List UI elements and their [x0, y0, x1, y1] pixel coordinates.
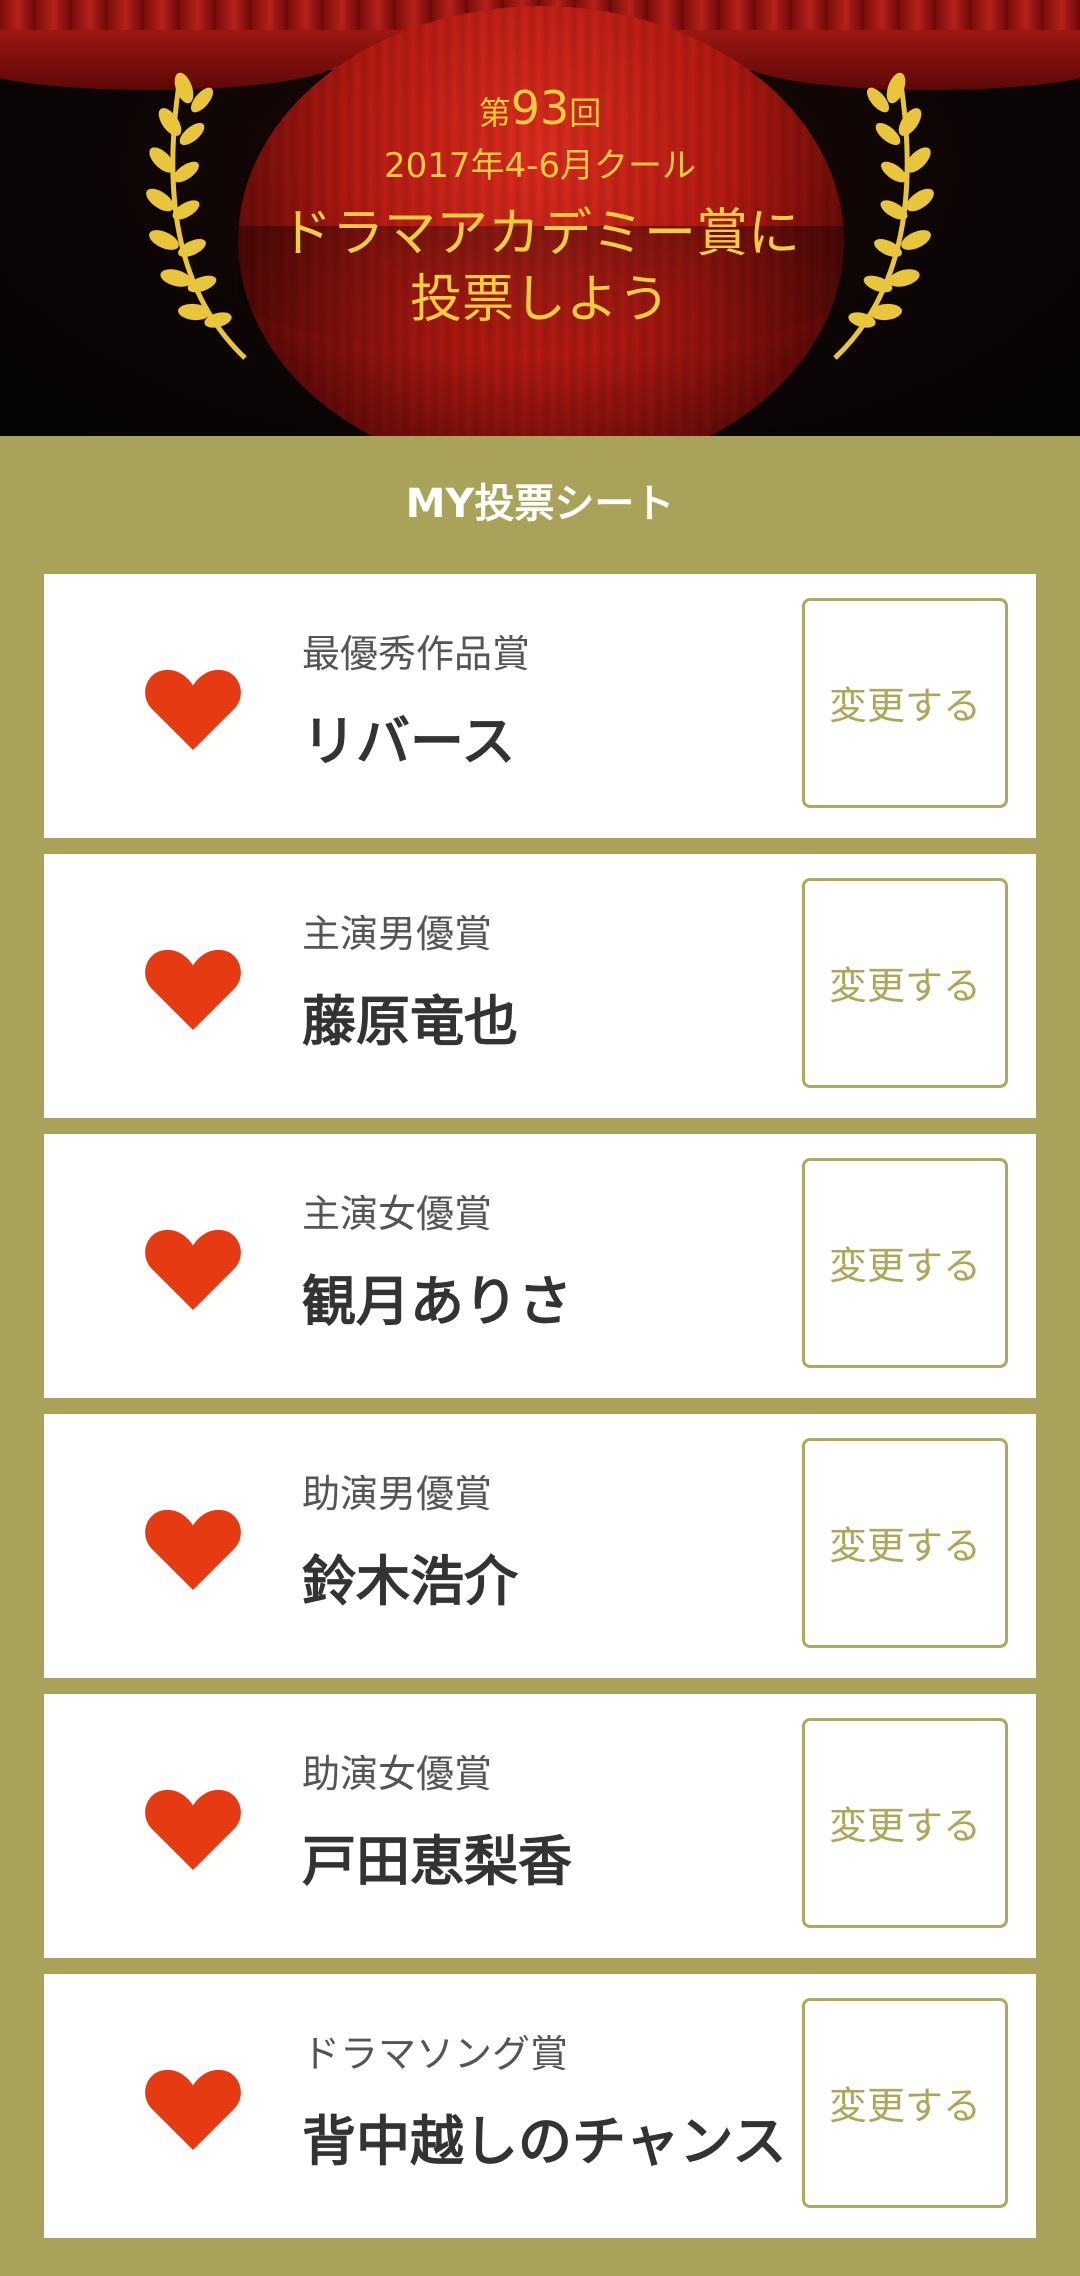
award-category: 助演男優賞 [302, 1472, 493, 1516]
change-button[interactable]: 変更する [802, 1998, 1008, 2208]
award-category: 主演女優賞 [302, 1192, 493, 1236]
nominee-name: 鈴木浩介 [302, 1550, 518, 1613]
heart-icon [145, 1229, 241, 1311]
change-button[interactable]: 変更する [802, 878, 1008, 1088]
nominee-name: 観月ありさ [302, 1270, 572, 1333]
vote-card: 最優秀作品賞 リバース 変更する [44, 574, 1036, 838]
vote-card: 助演男優賞 鈴木浩介 変更する [44, 1414, 1036, 1678]
award-category: 最優秀作品賞 [302, 632, 531, 676]
nominee-name: 戸田恵梨香 [302, 1830, 572, 1893]
hero-banner: 第93回 2017年4-6月クール ドラマアカデミー賞に 投票しよう [0, 0, 1080, 436]
heart-icon [145, 1789, 241, 1871]
change-button[interactable]: 変更する [802, 1438, 1008, 1648]
headline: ドラマアカデミー賞に 投票しよう [279, 204, 800, 330]
sheet-title: MY投票シート [405, 481, 675, 527]
heart-icon [145, 1509, 241, 1591]
nominee-name: 背中越しのチャンス [302, 2110, 787, 2173]
change-button[interactable]: 変更する [802, 598, 1008, 808]
vote-list: 最優秀作品賞 リバース 変更する 主演男優賞 藤原竜也 変更する 主演女優賞 観… [0, 574, 1080, 2238]
heart-icon [145, 669, 241, 751]
award-category: ドラマソング賞 [302, 2032, 569, 2076]
vote-card: 主演男優賞 藤原竜也 変更する [44, 854, 1036, 1118]
hero-title: 第93回 2017年4-6月クール ドラマアカデミー賞に 投票しよう [0, 81, 1080, 333]
season-label: 2017年4-6月クール [383, 146, 697, 186]
nominee-name: 藤原竜也 [302, 990, 518, 1053]
award-category: 主演男優賞 [302, 912, 493, 956]
edition-label: 第93回 [478, 81, 602, 135]
vote-card: ドラマソング賞 背中越しのチャンス 変更する [44, 1974, 1036, 2238]
nominee-name: リバース [302, 710, 516, 773]
change-button[interactable]: 変更する [802, 1158, 1008, 1368]
heart-icon [145, 949, 241, 1031]
vote-card: 主演女優賞 観月ありさ 変更する [44, 1134, 1036, 1398]
vote-card: 助演女優賞 戸田恵梨香 変更する [44, 1694, 1036, 1958]
change-button[interactable]: 変更する [802, 1718, 1008, 1928]
award-category: 助演女優賞 [302, 1752, 493, 1796]
heart-icon [145, 2069, 241, 2151]
